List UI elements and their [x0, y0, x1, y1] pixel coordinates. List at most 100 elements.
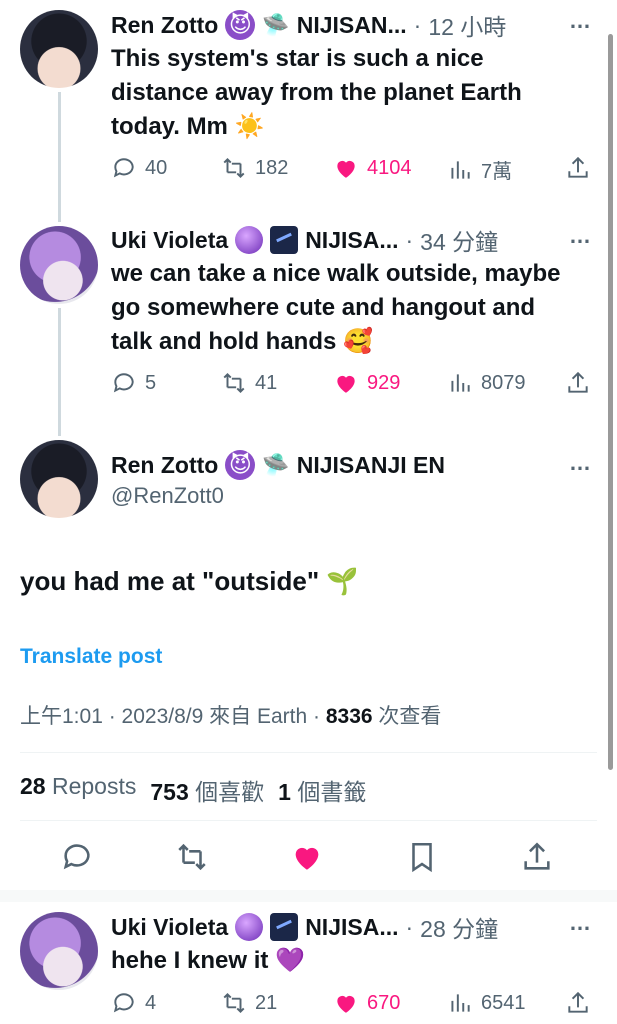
- views-count: 8079: [481, 371, 526, 394]
- more-icon[interactable]: …: [569, 910, 593, 936]
- bookmark-icon: [412, 842, 432, 873]
- reply-count: 40: [145, 156, 168, 179]
- repost-button[interactable]: 41: [221, 370, 277, 396]
- tweet-actions: 4 21 670 6541: [111, 990, 593, 1020]
- post-date[interactable]: 2023/8/9: [122, 705, 204, 728]
- avatar[interactable]: [20, 440, 98, 518]
- views-count: 6541: [481, 991, 526, 1014]
- thread-line: [58, 92, 61, 222]
- tweet-text: you had me at "outside" 🌱: [20, 566, 359, 596]
- share-icon: [568, 991, 588, 1013]
- heart-icon: [337, 995, 355, 1013]
- share-button[interactable]: [520, 840, 554, 879]
- section-separator: [0, 890, 617, 902]
- repost-count: 21: [255, 991, 278, 1014]
- more-icon[interactable]: …: [569, 450, 593, 476]
- avatar[interactable]: [20, 226, 98, 304]
- share-button[interactable]: [565, 155, 591, 181]
- milky-way-emoji-icon: [270, 226, 299, 254]
- tweet-header: Ren Zotto 😈 🛸 NIJISAN... · 12 小時: [111, 8, 547, 42]
- post-time[interactable]: 12 小時: [428, 8, 506, 42]
- bookmarks-stat[interactable]: 1 個書籤: [278, 773, 366, 807]
- repost-icon: [223, 372, 245, 394]
- author-name[interactable]: Uki Violeta: [111, 914, 228, 941]
- author-org: NIJISANJI EN: [296, 451, 445, 478]
- post-source: 來自 Earth: [209, 705, 308, 728]
- devil-emoji-icon: 😈: [225, 450, 256, 480]
- avatar[interactable]: [20, 912, 98, 990]
- crystal-ball-emoji-icon: [235, 913, 264, 941]
- post-time[interactable]: 28 分鐘: [420, 910, 498, 944]
- ufo-emoji-icon: 🛸: [262, 12, 290, 37]
- like-count: 929: [367, 371, 401, 394]
- avatar[interactable]: [20, 10, 98, 88]
- like-count: 4104: [367, 156, 412, 179]
- share-icon: [568, 371, 588, 393]
- views-button[interactable]: 8079: [447, 370, 526, 396]
- repost-count: 41: [255, 371, 278, 394]
- like-button[interactable]: 4104: [333, 155, 412, 181]
- heart-icon: [337, 160, 355, 178]
- tweet-text: we can take a nice walk outside, maybe g…: [111, 260, 561, 355]
- more-icon[interactable]: …: [569, 8, 593, 34]
- reply-icon: [113, 373, 134, 393]
- like-button[interactable]: 670: [333, 990, 400, 1016]
- views-button[interactable]: 7萬: [447, 155, 512, 184]
- post-time[interactable]: 上午1:01: [20, 705, 103, 728]
- post-time[interactable]: 34 分鐘: [420, 223, 498, 257]
- tweet-header: Uki Violeta NIJISA... · 34 分鐘: [111, 223, 547, 257]
- engagement-stats: 28 Reposts 753 個喜歡 1 個書籤: [20, 773, 366, 807]
- author-org: NIJISA...: [305, 913, 399, 940]
- focused-tweet-actions: [0, 840, 617, 880]
- reply-count: 5: [145, 371, 157, 394]
- tweet-text: hehe I knew it 💜: [111, 947, 305, 974]
- views-chart-icon: [451, 994, 470, 1012]
- reply-icon: [113, 993, 134, 1013]
- author-name[interactable]: Ren Zotto: [111, 452, 218, 479]
- views-count: 8336: [325, 705, 373, 728]
- reply-icon: [63, 844, 90, 870]
- author-org: NIJISAN...: [296, 11, 407, 38]
- scrollbar[interactable]: [608, 34, 613, 770]
- tweet-header: Uki Violeta NIJISA... · 28 分鐘: [111, 910, 547, 944]
- author-org: NIJISA...: [305, 226, 399, 253]
- author-name[interactable]: Ren Zotto: [111, 12, 218, 39]
- author-name[interactable]: Uki Violeta: [111, 227, 228, 254]
- repost-button[interactable]: [175, 840, 209, 879]
- divider: [20, 752, 597, 753]
- repost-count: 182: [255, 156, 289, 179]
- reply-button[interactable]: 40: [111, 155, 167, 181]
- translate-link[interactable]: Translate post: [20, 645, 162, 669]
- thread-line: [58, 308, 61, 436]
- tweet-actions: 5 41 929 8079: [111, 370, 593, 400]
- repost-button[interactable]: 21: [221, 990, 277, 1016]
- reply-button[interactable]: 4: [111, 990, 156, 1016]
- share-button[interactable]: [565, 370, 591, 396]
- ufo-emoji-icon: 🛸: [262, 452, 290, 477]
- devil-emoji-icon: 😈: [225, 10, 256, 40]
- heart-icon: [295, 847, 319, 870]
- author-handle[interactable]: @RenZott0: [111, 483, 224, 509]
- likes-stat[interactable]: 753 個喜歡: [150, 773, 264, 807]
- reply-count: 4: [145, 991, 157, 1014]
- repost-icon: [223, 992, 245, 1014]
- tweet-header: Ren Zotto 😈 🛸 NIJISANJI EN: [111, 450, 445, 480]
- reply-button[interactable]: [60, 840, 94, 879]
- views-chart-icon: [451, 160, 470, 179]
- heart-icon: [337, 375, 355, 393]
- like-button[interactable]: [290, 840, 324, 879]
- bookmark-button[interactable]: [405, 840, 439, 879]
- milky-way-emoji-icon: [270, 913, 299, 941]
- like-button[interactable]: 929: [333, 370, 400, 396]
- repost-button[interactable]: 182: [221, 155, 288, 181]
- views-count: 7萬: [481, 161, 513, 183]
- more-icon[interactable]: …: [569, 223, 593, 249]
- share-button[interactable]: [565, 990, 591, 1016]
- divider: [20, 820, 597, 821]
- reposts-stat[interactable]: 28 Reposts: [20, 773, 136, 807]
- crystal-ball-emoji-icon: [235, 226, 264, 254]
- reply-icon: [113, 158, 134, 178]
- reply-button[interactable]: 5: [111, 370, 156, 396]
- views-button[interactable]: 6541: [447, 990, 526, 1016]
- repost-icon: [178, 843, 206, 871]
